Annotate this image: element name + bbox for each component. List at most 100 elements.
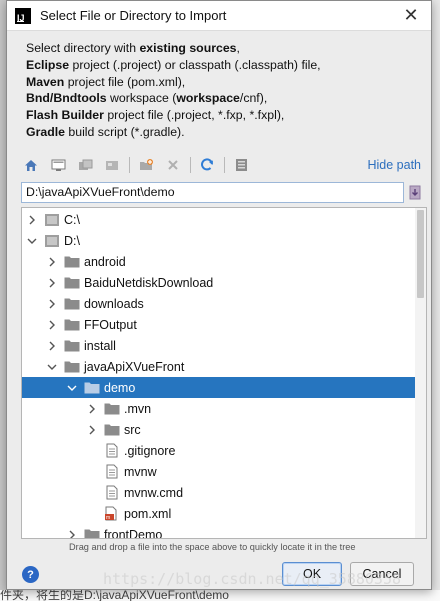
description-line: Maven project file (pom.xml), [26,74,186,89]
import-description: Select directory with existing sources, … [7,31,431,149]
ok-button[interactable]: OK [282,562,342,586]
chevron-right-icon[interactable] [46,319,58,331]
folder-icon [64,297,80,311]
chevron-right-icon[interactable] [86,424,98,436]
tree-row[interactable]: src [22,419,417,440]
tree-row[interactable]: mvnw [22,461,417,482]
refresh-button[interactable] [197,155,217,175]
tree-row[interactable]: .mvn [22,398,417,419]
tree-row-label: pom.xml [124,506,172,521]
folder-icon [104,402,120,416]
tree-row-label: D:\ [64,233,80,248]
path-row [21,181,423,203]
chevron-right-icon[interactable] [46,277,58,289]
desktop-button[interactable] [48,155,68,175]
tree-row-label: mvnw.cmd [124,485,184,500]
chevron-down-icon[interactable] [26,235,38,247]
tree-row[interactable]: javaApiXVueFront [22,356,417,377]
home-button[interactable] [21,155,41,175]
toolbar-separator [224,157,225,173]
new-folder-button[interactable] [136,155,156,175]
description-line: Select directory with existing sources, [26,41,240,55]
show-hidden-icon [235,159,247,171]
tree-row[interactable]: install [22,335,417,356]
tree-row-label: mvnw [124,464,157,479]
tree-row-label: demo [104,380,136,395]
module-icon [105,160,118,170]
folder-icon [64,339,80,353]
tree-row-label: .mvn [124,401,152,416]
chevron-right-icon[interactable] [26,214,38,226]
description-line: Flash Builder project file (.project, *.… [26,108,285,123]
hide-path-link[interactable]: Hide path [367,158,423,172]
tree-row[interactable]: m pom.xml [22,503,417,524]
tree-row[interactable]: downloads [22,293,417,314]
folder-icon [64,318,80,332]
dialog-button-bar: ? OK Cancel [7,560,431,588]
folder-icon [64,276,80,290]
drag-drop-hint: Drag and drop a file into the space abov… [69,542,356,552]
file-icon [104,485,120,500]
project-button[interactable] [75,155,95,175]
refresh-icon [201,158,213,171]
path-history-icon [409,185,421,199]
delete-button[interactable] [163,155,183,175]
description-line: Bnd/Bndtools workspace (workspace/cnf), [26,91,268,106]
folder-icon [84,528,100,538]
help-button[interactable]: ? [22,566,39,583]
tree-row[interactable]: D:\ [22,230,417,251]
chevron-right-icon[interactable] [66,529,78,538]
delete-icon [168,160,178,170]
tree-row-label: frontDemo [104,527,163,539]
toolbar-separator [129,157,130,173]
tree-row[interactable]: .gitignore [22,440,417,461]
directory-tree[interactable]: frontDemo m pom.xml mvnw.cmd mvnw .gitignore s… [21,207,427,539]
tree-scrollbar[interactable] [415,208,426,538]
tree-row-label: FFOutput [84,317,137,332]
tree-row-label: .gitignore [124,443,176,458]
tree-row[interactable]: C:\ [22,209,417,230]
tree-row-label: javaApiXVueFront [84,359,185,374]
tree-row[interactable]: frontDemo [22,524,417,539]
module-button[interactable] [102,155,122,175]
cancel-button[interactable]: Cancel [350,562,414,586]
chevron-right-icon[interactable] [46,256,58,268]
drive-icon [44,213,60,227]
maven-file-icon: m [104,506,120,521]
description-line: Gradle build script (*.gradle). [26,124,185,139]
file-chooser-toolbar: Hide path [21,154,423,176]
tree-row-label: C:\ [64,212,80,227]
home-icon [25,159,37,171]
tree-row[interactable]: mvnw.cmd [22,482,417,503]
tree-scrollbar-thumb[interactable] [417,210,424,298]
background-text: 件夹，将生的是D:\javaApiXVueFront\demo [0,590,229,601]
svg-text:m: m [106,515,110,521]
title-bar: IJ Select File or Directory to Import ✕ [7,1,431,31]
desktop-icon [51,159,65,171]
tree-row[interactable]: FFOutput [22,314,417,335]
path-input[interactable] [21,181,404,203]
chevron-right-icon[interactable] [46,298,58,310]
chevron-down-icon[interactable] [46,361,58,373]
close-button[interactable]: ✕ [391,1,431,31]
toolbar-separator [190,157,191,173]
intellij-app-icon: IJ [15,7,31,24]
path-history-button[interactable] [407,182,423,202]
chevron-right-icon[interactable] [86,403,98,415]
import-dialog: IJ Select File or Directory to Import ✕ … [6,0,432,590]
tree-row[interactable]: demo [22,377,417,398]
tree-row[interactable]: android [22,251,417,272]
close-icon: ✕ [403,5,419,25]
folder-icon [64,255,80,269]
chevron-down-icon[interactable] [66,382,78,394]
help-icon: ? [27,568,34,581]
folder-icon [64,360,80,374]
tree-row[interactable]: BaiduNetdiskDownload [22,272,417,293]
chevron-right-icon[interactable] [46,340,58,352]
show-hidden-button[interactable] [231,155,251,175]
tree-row-label: install [84,338,116,353]
